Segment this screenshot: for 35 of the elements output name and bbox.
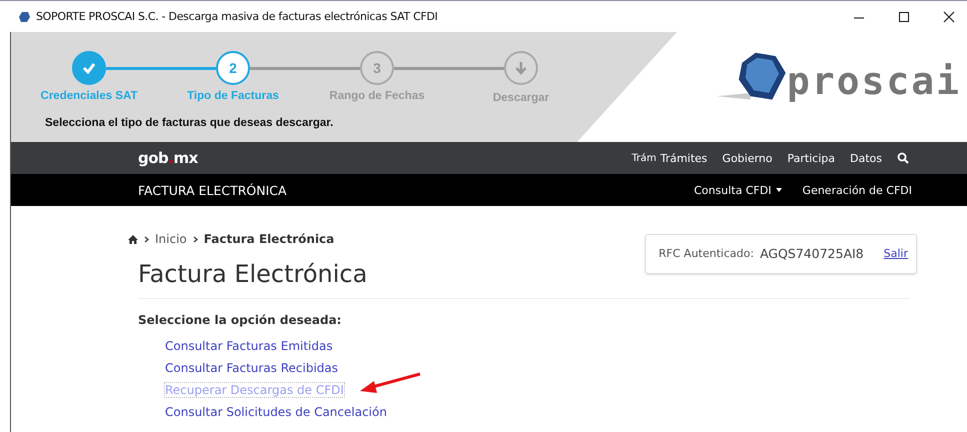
option-link[interactable]: Consultar Facturas Emitidas (165, 339, 333, 353)
logo-wordmark: proscai (786, 59, 961, 103)
app-icon (18, 10, 31, 22)
instruction-text: Selecciona el tipo de facturas que deseas descargar. (45, 117, 334, 129)
step-label: Descargar (492, 92, 550, 104)
nav-link[interactable]: Gobierno (722, 152, 772, 164)
nav-link[interactable]: Generación de CFDI (802, 184, 912, 196)
step-label: Rango de Fechas (328, 90, 426, 104)
nav-link[interactable]: Trámites (660, 152, 708, 164)
section-title: FACTURA ELECTRÓNICA (138, 182, 287, 198)
window-title: SOPORTE PROSCAI S.C. - Descarga masiva de facturas electrónicas SAT CFDI (36, 10, 438, 23)
step-label: Tipo de Facturas (186, 90, 280, 104)
breadcrumb-link[interactable]: Inicio (155, 232, 187, 246)
nav-link[interactable]: Trám (632, 152, 656, 164)
rfc-label: RFC Autenticado: (658, 247, 754, 260)
maximize-icon[interactable] (898, 10, 910, 22)
nav-link[interactable]: Participa (787, 152, 835, 164)
option-link[interactable]: Consultar Solicitudes de Cancelación (165, 405, 387, 419)
home-icon[interactable] (128, 234, 138, 244)
search-icon[interactable] (897, 152, 909, 164)
nav-link[interactable]: Consulta CFDI (694, 184, 782, 196)
check-icon (82, 62, 96, 74)
site-logo[interactable]: gob.mx (138, 149, 198, 167)
chevron-icon (192, 236, 198, 242)
page-title: Factura Electrónica (138, 260, 368, 288)
chevron-icon (144, 236, 149, 242)
logout-link[interactable]: Salir (884, 247, 908, 260)
nav-link[interactable]: Datos (850, 152, 882, 164)
download-arrow-icon (515, 61, 527, 75)
rfc-value: AGQS740725AI8 (760, 246, 864, 261)
close-icon[interactable] (943, 10, 955, 22)
prompt-text: Seleccione la opción deseada: (138, 313, 342, 327)
step-label: Credenciales SAT (40, 90, 138, 104)
pointer-arrow (358, 372, 422, 396)
option-link[interactable]: Consultar Facturas Recibidas (165, 361, 338, 375)
